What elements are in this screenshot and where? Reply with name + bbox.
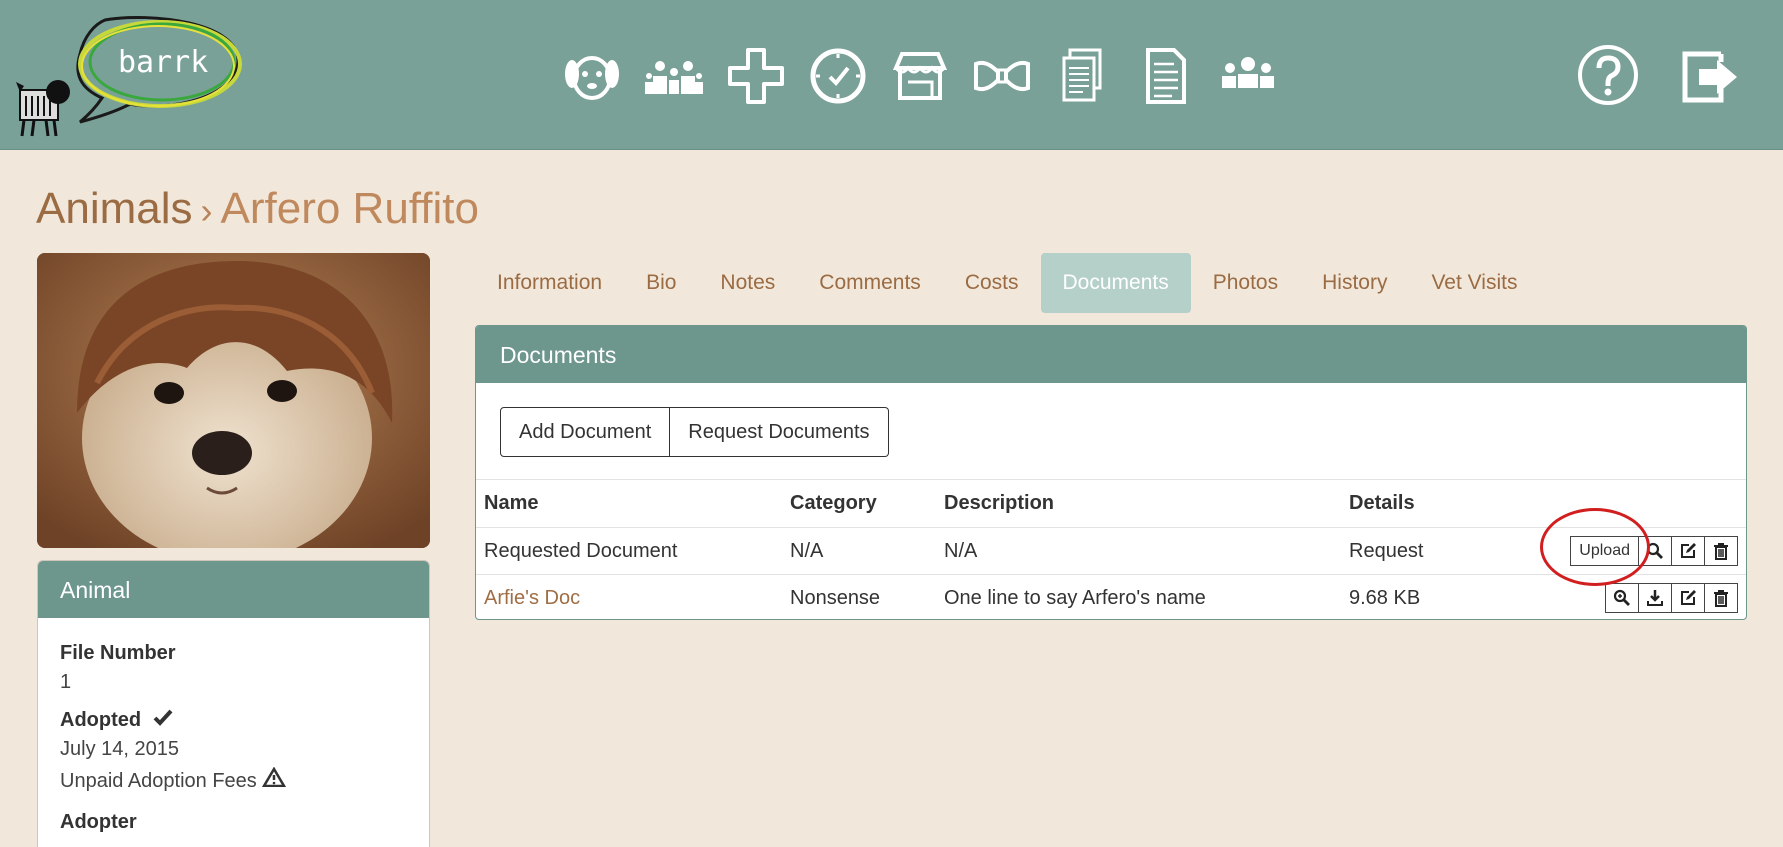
document-description: N/A bbox=[936, 527, 1341, 575]
top-nav-bar: barrk bbox=[0, 0, 1783, 150]
page-title: Arfero Ruffito bbox=[220, 184, 479, 233]
file-number-label: File Number bbox=[60, 642, 176, 664]
help-icon[interactable] bbox=[1575, 42, 1641, 108]
row-actions bbox=[1529, 583, 1738, 614]
file-number-value: 1 bbox=[60, 671, 72, 693]
table-header-row: Name Category Description Details bbox=[476, 479, 1746, 528]
document-details: Request bbox=[1341, 527, 1521, 575]
adopter-label: Adopter bbox=[60, 811, 137, 833]
tab-costs[interactable]: Costs bbox=[943, 253, 1041, 313]
animal-tabs: Information Bio Notes Comments Costs Doc… bbox=[475, 253, 1539, 313]
document-category: Nonsense bbox=[782, 574, 936, 619]
column-header-details: Details bbox=[1341, 479, 1521, 528]
delete-icon[interactable] bbox=[1704, 536, 1738, 566]
adopted-date: July 14, 2015 bbox=[60, 738, 179, 760]
dog-icon[interactable] bbox=[562, 46, 622, 106]
tab-bio[interactable]: Bio bbox=[624, 253, 698, 313]
breadcrumb-separator: › bbox=[200, 190, 213, 231]
warning-icon bbox=[262, 766, 287, 792]
unpaid-fees-text: Unpaid Adoption Fees bbox=[60, 770, 257, 792]
column-header-actions bbox=[1521, 479, 1746, 528]
animal-photo bbox=[37, 253, 430, 548]
animal-card-title: Animal bbox=[38, 561, 429, 618]
animal-info-card: Animal File Number 1 Adopted July 14, 20… bbox=[37, 560, 430, 847]
document-category: N/A bbox=[782, 527, 936, 575]
document-icon[interactable] bbox=[1136, 46, 1196, 106]
main-nav-icons bbox=[562, 42, 1278, 110]
document-actions: Add Document Request Documents bbox=[500, 407, 889, 457]
clock-check-icon[interactable] bbox=[808, 46, 868, 106]
fees-row: Unpaid Adoption Fees bbox=[60, 766, 407, 793]
medical-cross-icon[interactable] bbox=[726, 46, 786, 106]
tab-information[interactable]: Information bbox=[475, 253, 624, 313]
tab-history[interactable]: History bbox=[1300, 253, 1409, 313]
edit-icon[interactable] bbox=[1671, 583, 1705, 614]
document-name-link[interactable]: Arfie's Doc bbox=[484, 587, 580, 609]
logout-icon[interactable] bbox=[1677, 42, 1743, 108]
documents-stack-icon[interactable] bbox=[1054, 46, 1114, 106]
logo-text: barrk bbox=[118, 45, 208, 80]
breadcrumb-animals-link[interactable]: Animals bbox=[36, 184, 193, 233]
column-header-description: Description bbox=[936, 479, 1341, 528]
utility-icons bbox=[1575, 42, 1743, 108]
tab-documents[interactable]: Documents bbox=[1040, 253, 1191, 313]
upload-button[interactable]: Upload bbox=[1570, 536, 1639, 566]
documents-table: Name Category Description Details Reques… bbox=[476, 479, 1746, 619]
dog-illustration-icon bbox=[16, 80, 70, 137]
store-icon[interactable] bbox=[890, 46, 950, 106]
table-row: Arfie's Doc Nonsense One line to say Arf… bbox=[476, 574, 1746, 619]
delete-icon[interactable] bbox=[1704, 583, 1738, 614]
breadcrumb: Animals › Arfero Ruffito bbox=[36, 184, 479, 234]
tab-photos[interactable]: Photos bbox=[1191, 253, 1300, 313]
adopted-label-row: Adopted bbox=[60, 708, 407, 732]
download-icon[interactable] bbox=[1638, 583, 1672, 614]
checkmark-icon bbox=[153, 708, 173, 732]
barrk-logo[interactable]: barrk bbox=[10, 12, 250, 140]
adopted-label: Adopted bbox=[60, 709, 142, 731]
view-icon[interactable] bbox=[1638, 536, 1672, 566]
family-icon[interactable] bbox=[644, 46, 704, 106]
view-icon[interactable] bbox=[1605, 583, 1639, 614]
document-details: 9.68 KB bbox=[1341, 574, 1521, 619]
column-header-name: Name bbox=[476, 479, 782, 528]
tab-notes[interactable]: Notes bbox=[698, 253, 797, 313]
add-document-button[interactable]: Add Document bbox=[500, 407, 671, 457]
table-row: Requested Document N/A N/A Request Uploa… bbox=[476, 527, 1746, 575]
tab-comments[interactable]: Comments bbox=[797, 253, 943, 313]
documents-panel: Documents Add Document Request Documents… bbox=[475, 325, 1747, 620]
document-description: One line to say Arfero's name bbox=[936, 574, 1341, 619]
tab-vet-visits[interactable]: Vet Visits bbox=[1409, 253, 1539, 313]
document-name: Requested Document bbox=[476, 527, 782, 575]
documents-panel-title: Documents bbox=[476, 326, 1746, 383]
column-header-category: Category bbox=[782, 479, 936, 528]
team-icon[interactable] bbox=[1218, 46, 1278, 106]
row-actions: Upload bbox=[1529, 536, 1738, 566]
edit-icon[interactable] bbox=[1671, 536, 1705, 566]
request-documents-button[interactable]: Request Documents bbox=[670, 407, 889, 457]
bow-tie-icon[interactable] bbox=[972, 46, 1032, 106]
